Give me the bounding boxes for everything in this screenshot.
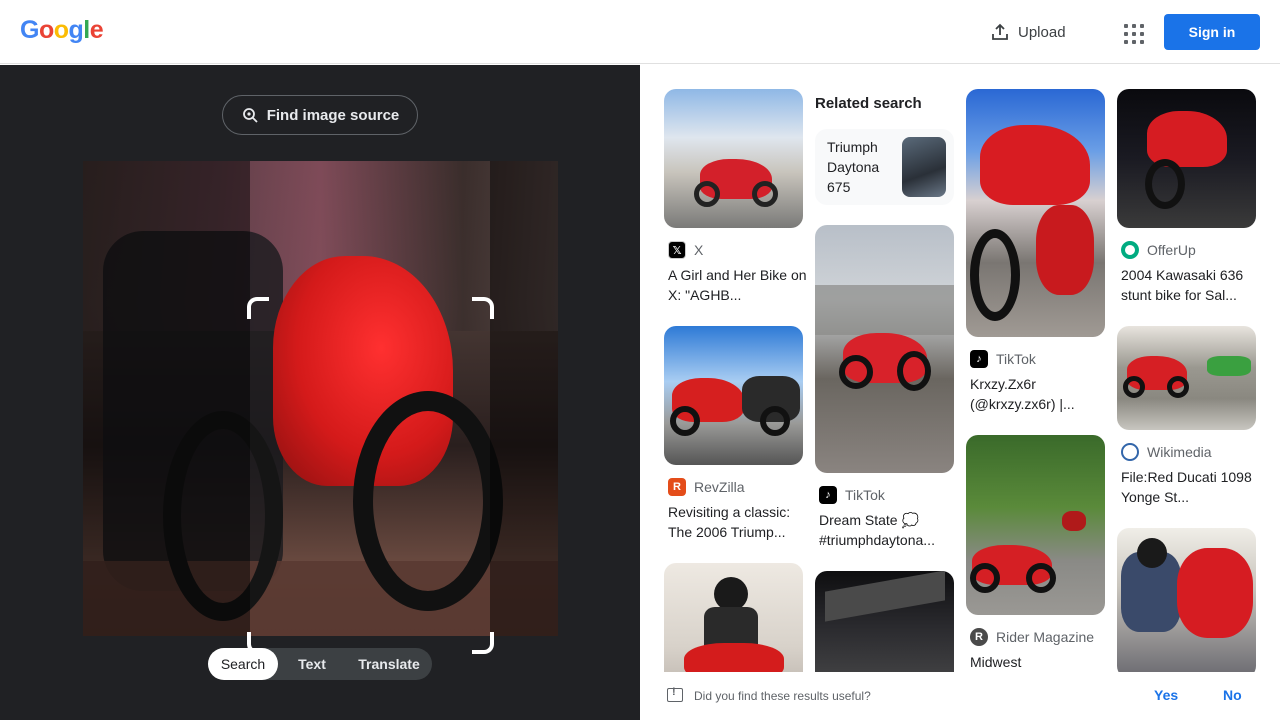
related-search-chip[interactable]: Triumph Daytona 675 (815, 129, 954, 205)
feedback-bar: Did you find these results useful? Yes N… (640, 672, 1280, 720)
result-source[interactable]: Wikimedia (1121, 443, 1212, 461)
crop-handle-top-right[interactable] (472, 297, 494, 319)
related-search-label: Triumph Daytona 675 (827, 139, 880, 195)
result-title[interactable]: 2004 Kawasaki 636 stunt bike for Sal... (1121, 265, 1261, 305)
result-thumbnail[interactable] (1117, 89, 1256, 228)
result-thumbnail[interactable] (1117, 326, 1256, 430)
find-image-source-label: Find image source (266, 106, 400, 124)
wikimedia-icon (1121, 443, 1139, 461)
sign-in-button[interactable]: Sign in (1164, 14, 1260, 50)
result-thumbnail[interactable] (664, 326, 803, 465)
result-source[interactable]: ♪ TikTok (970, 350, 1036, 368)
x-icon: 𝕏 (668, 241, 686, 259)
result-title[interactable]: Revisiting a classic: The 2006 Triump... (668, 502, 808, 542)
upload-label: Upload (1018, 23, 1066, 41)
result-source[interactable]: OfferUp (1121, 241, 1196, 259)
result-source[interactable]: 𝕏 X (668, 241, 703, 259)
google-logo[interactable]: Google (20, 16, 104, 45)
result-title[interactable]: Dream State 💭 #triumphdaytona... (819, 510, 959, 550)
feedback-yes-button[interactable]: Yes (1154, 687, 1178, 703)
feedback-icon (667, 686, 683, 702)
mode-search-tab[interactable]: Search (208, 648, 278, 680)
upload-button[interactable]: Upload (990, 18, 1066, 46)
lens-panel: Find image source Search Text Translate (0, 65, 640, 720)
results-panel: 𝕏 X A Girl and Her Bike on X: "AGHB... R… (640, 65, 1280, 672)
result-thumbnail[interactable] (815, 225, 954, 473)
tiktok-icon: ♪ (819, 486, 837, 504)
result-thumbnail[interactable] (966, 89, 1105, 337)
apps-grid-icon[interactable] (1116, 16, 1148, 48)
result-thumbnail[interactable] (966, 435, 1105, 615)
mode-switcher: Search Text Translate (208, 648, 432, 680)
related-search-thumbnail (902, 137, 946, 197)
rider-magazine-icon: R (970, 628, 988, 646)
top-bar: Google Upload Sign in (0, 0, 1280, 64)
crop-selection[interactable] (247, 297, 494, 654)
upload-icon (992, 23, 1008, 40)
offerup-icon (1121, 241, 1139, 259)
feedback-no-button[interactable]: No (1223, 687, 1242, 703)
result-title[interactable]: A Girl and Her Bike on X: "AGHB... (668, 265, 808, 305)
find-image-source-button[interactable]: Find image source (222, 95, 418, 135)
result-source[interactable]: R RevZilla (668, 478, 745, 496)
feedback-question: Did you find these results useful? (694, 689, 871, 703)
result-thumbnail[interactable] (815, 571, 954, 672)
result-thumbnail[interactable] (664, 89, 803, 228)
crop-handle-bottom-right[interactable] (472, 632, 494, 654)
result-title[interactable]: File:Red Ducati 1098 Yonge St... (1121, 467, 1261, 507)
revzilla-icon: R (668, 478, 686, 496)
mode-translate-tab[interactable]: Translate (346, 648, 432, 680)
lens-search-icon (242, 108, 258, 123)
result-source[interactable]: R Rider Magazine (970, 628, 1094, 646)
result-source[interactable]: ♪ TikTok (819, 486, 885, 504)
tiktok-icon: ♪ (970, 350, 988, 368)
related-search-heading: Related search (815, 95, 922, 112)
mode-text-tab[interactable]: Text (278, 648, 346, 680)
result-title[interactable]: Krxzy.Zx6r (@krxzy.zx6r) |... (970, 374, 1110, 414)
result-thumbnail[interactable] (1117, 528, 1256, 672)
result-thumbnail[interactable] (664, 563, 803, 672)
result-title[interactable]: Midwest (970, 652, 1110, 672)
crop-handle-top-left[interactable] (247, 297, 269, 319)
